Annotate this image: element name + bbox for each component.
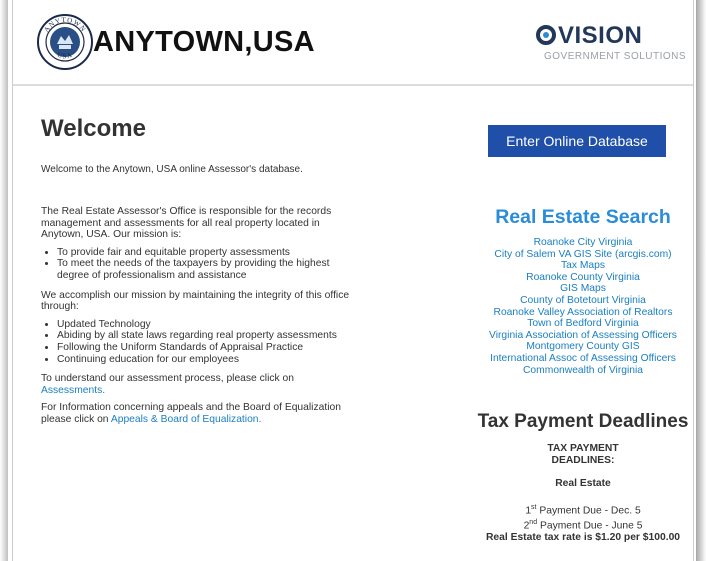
list-item: Updated Technology [57, 319, 361, 331]
list-item: Abiding by all state laws regarding real… [57, 330, 361, 342]
link-tax-maps[interactable]: Tax Maps [433, 260, 706, 272]
first-ordinal: st [531, 503, 537, 511]
vision-o-icon [536, 25, 556, 45]
list-item: Continuing education for our employees [57, 354, 361, 366]
link-vaao[interactable]: Virginia Association of Assessing Office… [433, 330, 706, 342]
appeals-paragraph: For Information concerning appeals and t… [41, 402, 361, 425]
assessment-text: To understand our assessment process, pl… [41, 373, 294, 385]
second-payment: 2nd Payment Due - June 5 [433, 517, 706, 532]
welcome-title: Welcome [41, 115, 146, 142]
link-commonwealth[interactable]: Commonwealth of Virginia [433, 365, 706, 377]
town-name: ANYTOWN,USA [93, 26, 315, 58]
second-ordinal: nd [529, 518, 538, 526]
assessment-paragraph: To understand our assessment process, pl… [41, 373, 361, 396]
about-section: The Real Estate Assessor's Office is res… [41, 206, 361, 432]
first-payment-text: Payment Due - Dec. 5 [539, 505, 641, 517]
vision-subtitle: GOVERNMENT SOLUTIONS [544, 51, 687, 62]
link-gis-maps[interactable]: GIS Maps [433, 283, 706, 295]
page-frame: ANYTOWN USA ANYTOWN,USA VISION GOVERNMEN… [12, 0, 694, 561]
link-salem-gis[interactable]: City of Salem VA GIS Site (arcgis.com) [433, 249, 706, 261]
enter-online-database-button[interactable]: Enter Online Database [488, 125, 666, 157]
vision-logo[interactable]: VISION GOVERNMENT SOLUTIONS [536, 22, 686, 66]
tax-heading-line1: TAX PAYMENT [547, 443, 619, 454]
tax-rate: Real Estate tax rate is $1.20 per $100.0… [485, 531, 681, 543]
list-item: Following the Uniform Standards of Appra… [57, 342, 361, 354]
tax-deadlines-heading: TAX PAYMENT DEADLINES: [433, 443, 706, 466]
mission-list: To provide fair and equitable property a… [41, 247, 361, 282]
tax-deadlines-block: TAX PAYMENT DEADLINES: Real Estate 1st P… [433, 443, 706, 543]
about-intro: The Real Estate Assessor's Office is res… [41, 206, 332, 241]
tax-subheading: Real Estate [555, 478, 611, 490]
accomplish-text: We accomplish our mission by maintaining… [41, 289, 350, 313]
real-estate-links: Roanoke City Virginia City of Salem VA G… [433, 237, 706, 376]
link-iaao[interactable]: International Assoc of Assessing Officer… [433, 353, 706, 365]
list-item: To meet the needs of the taxpayers by pr… [57, 258, 361, 281]
town-seal-icon: ANYTOWN USA [37, 14, 93, 70]
second-payment-text: Payment Due - June 5 [539, 520, 643, 532]
link-bedford[interactable]: Town of Bedford Virginia [433, 318, 706, 330]
header: ANYTOWN USA ANYTOWN,USA VISION GOVERNMEN… [13, 0, 693, 86]
appeals-link[interactable]: Appeals & Board of Equalization. [111, 414, 262, 425]
list-item: To provide fair and equitable property a… [57, 247, 361, 259]
welcome-text: Welcome to the Anytown, USA online Asses… [41, 164, 303, 175]
link-botetourt[interactable]: County of Botetourt Virginia [433, 295, 706, 307]
page-shadow-left [0, 0, 8, 561]
vision-word: VISION [558, 22, 643, 49]
tax-deadlines-title: Tax Payment Deadlines [477, 411, 689, 432]
link-montgomery-gis[interactable]: Montgomery County GIS [433, 341, 706, 353]
real-estate-search-title: Real Estate Search [495, 206, 671, 228]
methods-list: Updated Technology Abiding by all state … [41, 319, 361, 365]
link-realtors[interactable]: Roanoke Valley Association of Realtors [433, 307, 706, 319]
assessments-link[interactable]: Assessments. [41, 385, 105, 396]
link-roanoke-city[interactable]: Roanoke City Virginia [433, 237, 706, 249]
tax-heading-line2: DEADLINES: [551, 454, 615, 466]
link-roanoke-county[interactable]: Roanoke County Virginia [433, 272, 706, 284]
first-payment: 1st Payment Due - Dec. 5 [433, 502, 706, 517]
